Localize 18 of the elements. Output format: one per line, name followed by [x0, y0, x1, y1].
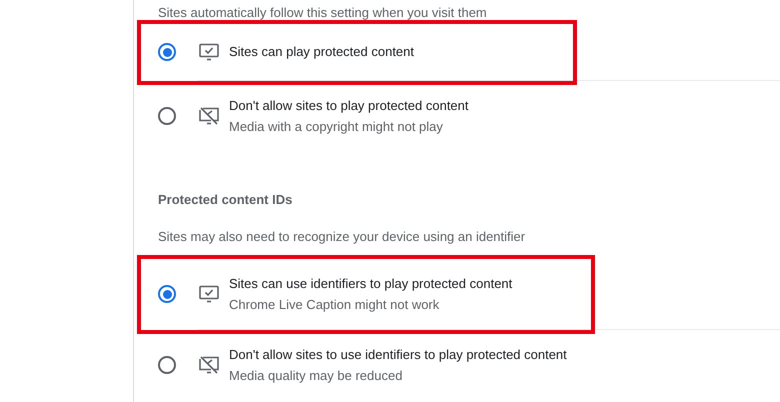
monitor-crossed-icon [199, 356, 219, 374]
option-label: Don't allow sites to use identifiers to play protected content [229, 346, 567, 364]
monitor-check-icon [199, 285, 219, 303]
section-description: Sites may also need to recognize your device using an identifier [157, 228, 526, 246]
monitor-crossed-icon [199, 107, 219, 125]
option-label: Sites can play protected content [229, 43, 414, 61]
option-description: Media quality may be reduced [229, 366, 404, 384]
radio-button[interactable] [158, 107, 176, 125]
monitor-check-icon [199, 43, 219, 61]
radio-button[interactable] [158, 285, 176, 303]
section-description: Sites automatically follow this setting when you visit them [157, 4, 488, 22]
radio-button[interactable] [158, 356, 176, 374]
option-label: Don't allow sites to play protected content [229, 96, 469, 114]
option-label: Sites can use identifiers to play protected content [229, 274, 512, 292]
section-heading: Protected content IDs [157, 191, 294, 210]
radio-button[interactable] [158, 43, 176, 61]
option-description: Media with a copyright might not play [229, 118, 444, 136]
option-description: Chrome Live Caption might not work [229, 296, 440, 314]
